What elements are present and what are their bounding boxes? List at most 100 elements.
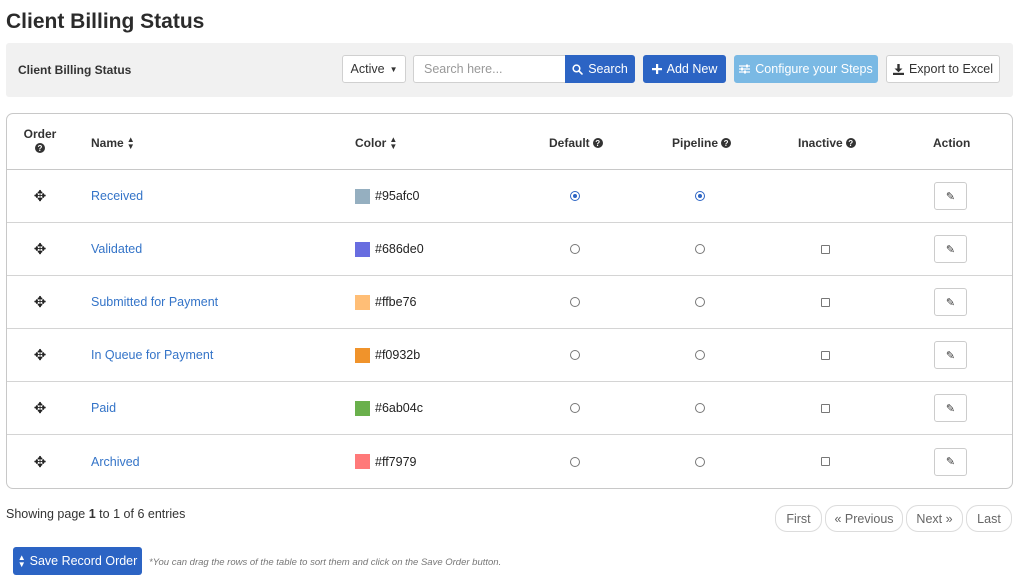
question-circle-icon[interactable]: ?: [592, 138, 603, 148]
color-cell: #ff7979: [355, 435, 416, 488]
search-button[interactable]: Search: [565, 55, 635, 83]
inactive-checkbox[interactable]: [815, 435, 835, 488]
billing-status-table: Order ? Name ▲ ▼ Color ▲ ▼ Default ? Pipel…: [6, 113, 1013, 489]
color-hex: #6ab04c: [375, 401, 423, 415]
default-radio[interactable]: [565, 435, 585, 488]
status-name-link[interactable]: Validated: [91, 223, 142, 275]
table-header: Order ? Name ▲ ▼ Color ▲ ▼ Default ? Pipel…: [7, 114, 1012, 170]
radio-dot: [695, 244, 705, 254]
edit-button[interactable]: ✎: [934, 223, 967, 275]
move-icon[interactable]: ✥: [7, 223, 73, 275]
pipeline-radio[interactable]: [690, 329, 710, 381]
radio-dot: [570, 350, 580, 360]
edit-button[interactable]: ✎: [934, 170, 967, 222]
status-name-link[interactable]: Paid: [91, 382, 116, 434]
radio-dot: [695, 456, 705, 467]
pipeline-radio[interactable]: [690, 170, 710, 222]
inactive-checkbox[interactable]: [815, 329, 835, 381]
question-circle-icon[interactable]: ?: [845, 138, 856, 148]
pipeline-radio[interactable]: [690, 435, 710, 488]
status-filter-dropdown[interactable]: Active ▼: [342, 55, 406, 83]
color-swatch: [355, 400, 370, 416]
radio-dot: [695, 403, 705, 413]
pagination-first[interactable]: First: [775, 505, 822, 532]
status-name-link[interactable]: In Queue for Payment: [91, 329, 213, 381]
status-name-link[interactable]: Archived: [91, 435, 140, 488]
save-record-order-button[interactable]: ▲ ▼ Save Record Order: [13, 547, 142, 575]
sort-icon: ▲ ▼: [126, 135, 135, 151]
move-icon[interactable]: ✥: [7, 382, 73, 434]
save-record-order-label: Save Record Order: [29, 554, 138, 568]
color-swatch: [355, 347, 370, 363]
inactive-checkbox[interactable]: [815, 382, 835, 434]
default-radio[interactable]: [565, 170, 585, 222]
plus-icon: [651, 64, 662, 74]
header-color[interactable]: Color ▲ ▼: [355, 135, 398, 151]
color-swatch: [355, 294, 370, 310]
default-radio[interactable]: [565, 329, 585, 381]
configure-steps-label: Configure your Steps: [755, 62, 873, 76]
move-icon[interactable]: ✥: [7, 170, 73, 222]
header-order-label: Order: [23, 127, 57, 141]
toolbar: Client Billing Status Active ▼ Search Ad…: [6, 43, 1013, 97]
header-action-label: Action: [933, 136, 971, 150]
info-entries: 6 entries: [137, 507, 186, 521]
pagination-previous[interactable]: « Previous: [825, 505, 903, 532]
page-title: Client Billing Status: [6, 10, 205, 33]
radio-dot: [695, 297, 705, 307]
pipeline-radio[interactable]: [690, 382, 710, 434]
edit-icon: ✎: [934, 394, 967, 422]
configure-steps-button[interactable]: Configure your Steps: [734, 55, 878, 83]
checkbox-box: [820, 457, 830, 466]
checkbox-box: [820, 403, 830, 413]
inactive-checkbox[interactable]: [815, 223, 835, 275]
search-input[interactable]: [413, 55, 565, 83]
pagination-last[interactable]: Last: [966, 505, 1012, 532]
question-circle-icon[interactable]: ?: [721, 138, 732, 148]
edit-icon: ✎: [934, 341, 967, 369]
caret-down-icon: ▼: [389, 64, 398, 74]
table-row[interactable]: ✥ Validated #686de0 ✎: [7, 223, 1012, 276]
default-radio[interactable]: [565, 382, 585, 434]
color-hex: #f0932b: [375, 348, 421, 362]
checkbox-box: [820, 244, 830, 254]
add-new-label: Add New: [666, 62, 718, 76]
header-inactive-label: Inactive: [798, 136, 843, 150]
radio-dot: [695, 191, 705, 201]
table-row[interactable]: ✥ Received #95afc0 ✎: [7, 170, 1012, 223]
header-order[interactable]: Order ?: [7, 127, 73, 157]
color-cell: #ffbe76: [355, 276, 416, 328]
pipeline-radio[interactable]: [690, 223, 710, 275]
status-name-link[interactable]: Submitted for Payment: [91, 276, 218, 328]
move-icon[interactable]: ✥: [7, 276, 73, 328]
color-hex: #686de0: [375, 242, 424, 256]
edit-button[interactable]: ✎: [934, 435, 967, 488]
edit-icon: ✎: [934, 182, 967, 210]
toolbar-title: Client Billing Status: [18, 63, 132, 77]
move-icon[interactable]: ✥: [7, 435, 73, 488]
table-row[interactable]: ✥ Submitted for Payment #ffbe76 ✎: [7, 276, 1012, 329]
edit-button[interactable]: ✎: [934, 329, 967, 381]
table-row[interactable]: ✥ Archived #ff7979 ✎: [7, 435, 1012, 488]
default-radio[interactable]: [565, 276, 585, 328]
header-pipeline-label: Pipeline: [672, 136, 719, 150]
default-radio[interactable]: [565, 223, 585, 275]
table-row[interactable]: ✥ In Queue for Payment #f0932b ✎: [7, 329, 1012, 382]
move-icon[interactable]: ✥: [7, 329, 73, 381]
sort-icon: ▲ ▼: [389, 135, 398, 151]
radio-dot: [695, 350, 705, 360]
table-row[interactable]: ✥ Paid #6ab04c ✎: [7, 382, 1012, 435]
color-cell: #f0932b: [355, 329, 420, 381]
add-new-button[interactable]: Add New: [643, 55, 726, 83]
export-excel-button[interactable]: Export to Excel: [886, 55, 1000, 83]
checkbox-box: [820, 297, 830, 307]
edit-button[interactable]: ✎: [934, 276, 967, 328]
status-name-link[interactable]: Received: [91, 170, 143, 222]
pagination-next[interactable]: Next »: [906, 505, 963, 532]
header-pipeline: Pipeline ?: [672, 136, 732, 150]
inactive-checkbox[interactable]: [815, 276, 835, 328]
radio-dot: [570, 456, 580, 467]
pipeline-radio[interactable]: [690, 276, 710, 328]
edit-button[interactable]: ✎: [934, 382, 967, 434]
header-name[interactable]: Name ▲ ▼: [91, 135, 135, 151]
